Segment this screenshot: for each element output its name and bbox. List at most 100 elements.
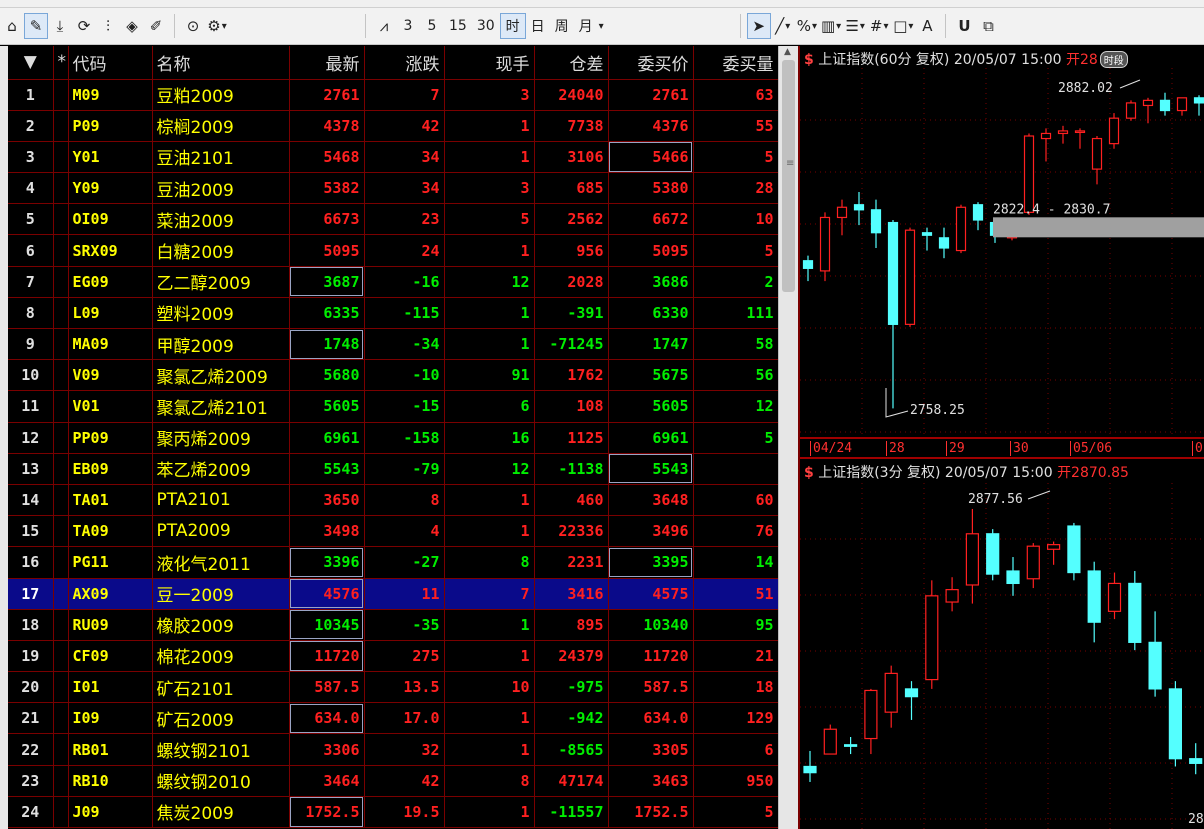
- column-header-change[interactable]: 涨跌: [364, 46, 445, 80]
- session-badge[interactable]: 时段: [1099, 51, 1128, 68]
- date-tick-label: 05/06: [1070, 441, 1112, 456]
- bid-quantity: 76: [693, 515, 778, 548]
- bid-price: 634.0: [608, 702, 694, 735]
- row-star: [53, 234, 69, 267]
- candle-body: [843, 744, 858, 747]
- table-row[interactable]: 12 PP09 聚丙烯2009 6961 -158 16 1125 6961 5: [8, 422, 778, 454]
- last-price: 3464: [289, 765, 365, 797]
- column-header-code[interactable]: 代码: [68, 46, 153, 80]
- fib-tool-icon[interactable]: ☰ ▾: [843, 13, 867, 39]
- toolbar-separator: [174, 14, 175, 38]
- candle-body: [921, 232, 933, 236]
- candle-body: [945, 589, 959, 603]
- copy-icon[interactable]: ⧉: [976, 13, 1000, 39]
- sort-menu-header[interactable]: ▼: [8, 46, 54, 80]
- column-header-bid-qty[interactable]: 委买量: [693, 46, 778, 80]
- column-header-last[interactable]: 最新: [289, 46, 365, 80]
- table-row[interactable]: 16 PG11 液化气2011 3396 -27 8 2231 3395 14: [8, 546, 778, 579]
- underline-tool-icon[interactable]: U: [952, 13, 976, 39]
- table-row[interactable]: 6 SRX09 白糖2009 5095 24 1 956 5095 5: [8, 234, 778, 267]
- period-30[interactable]: 30: [472, 13, 500, 39]
- gear-icon[interactable]: ⚙ ▾: [205, 13, 229, 39]
- column-header-star[interactable]: *: [53, 46, 69, 80]
- chevron-down-icon[interactable]: ▾: [599, 21, 604, 32]
- period-5[interactable]: 5: [420, 13, 444, 39]
- table-row[interactable]: 18 RU09 橡胶2009 10345 -35 1 895 10340 95: [8, 609, 778, 641]
- table-scrollbar[interactable]: ▲ ≡: [778, 46, 798, 829]
- draw-pen-icon[interactable]: ✎: [24, 13, 48, 39]
- top-candlestick-chart[interactable]: 2822.4 - 2830.7 2882.02 2758.25: [800, 68, 1204, 436]
- column-header-oi-change[interactable]: 仓差: [534, 46, 609, 80]
- cycle-icon[interactable]: ⟳: [72, 13, 96, 39]
- column-header-name[interactable]: 名称: [152, 46, 290, 80]
- period-week[interactable]: 周: [550, 13, 574, 39]
- home-icon[interactable]: ⌂: [0, 13, 24, 39]
- period-3[interactable]: 3: [396, 13, 420, 39]
- bottom-candlestick-chart[interactable]: 2877.56 28: [800, 483, 1204, 829]
- table-row[interactable]: 21 I09 矿石2009 634.0 17.0 1 -942 634.0 129: [8, 702, 778, 735]
- table-row[interactable]: 2 P09 棕榈2009 4378 42 1 7738 4376 55: [8, 110, 778, 142]
- table-row[interactable]: 19 CF09 棉花2009 11720 275 1 24379 11720 21: [8, 640, 778, 673]
- table-row[interactable]: 22 RB01 螺纹钢2101 3306 32 1 -8565 3305 6: [8, 733, 778, 766]
- scroll-up-icon[interactable]: ▲: [784, 47, 791, 57]
- open-interest-change: -11557: [534, 796, 609, 829]
- percent-tool-icon[interactable]: % ▾: [795, 13, 819, 39]
- current-volume: 1: [444, 297, 535, 330]
- stock-dollar-icon[interactable]: $: [804, 52, 814, 68]
- table-row[interactable]: 3 Y01 豆油2101 5468 34 1 3106 5466 5: [8, 141, 778, 174]
- table-row[interactable]: 9 MA09 甲醇2009 1748 -34 1 -71245 1747 58: [8, 328, 778, 361]
- table-row[interactable]: 5 OI09 菜油2009 6673 23 5 2562 6672 10: [8, 203, 778, 236]
- bid-quantity: 111: [693, 297, 778, 330]
- table-row[interactable]: 8 L09 塑料2009 6335 -115 1 -391 6330 111: [8, 297, 778, 330]
- table-row[interactable]: 24 J09 焦炭2009 1752.5 19.5 1 -11557 1752.5 5: [8, 796, 778, 829]
- candle-body: [1087, 570, 1101, 623]
- table-row[interactable]: 20 I01 矿石2101 587.5 13.5 10 -975 587.5 18: [8, 671, 778, 704]
- row-index: 19: [8, 640, 54, 673]
- bid-quantity: 63: [693, 79, 778, 111]
- bid-quantity: 18: [693, 671, 778, 704]
- bid-quantity: 58: [693, 328, 778, 361]
- open-interest-change: 24040: [534, 79, 609, 111]
- column-header-bid[interactable]: 委买价: [608, 46, 694, 80]
- period-hour[interactable]: 时: [499, 13, 526, 39]
- indicator-icon[interactable]: ⫶: [96, 13, 120, 39]
- row-index: 21: [8, 702, 54, 735]
- last-price: 3687: [289, 266, 365, 298]
- download-icon[interactable]: ⤓: [48, 13, 72, 39]
- grid-tool-icon[interactable]: # ▾: [867, 13, 891, 39]
- row-star: [53, 515, 69, 548]
- cursor-arrow-icon[interactable]: ➤: [746, 13, 771, 39]
- table-row[interactable]: 17 AX09 豆一2009 4576 11 7 3416 4575 51: [8, 578, 778, 610]
- text-tool-icon[interactable]: A: [915, 13, 939, 39]
- current-volume: 8: [444, 765, 535, 797]
- open-interest-change: 685: [534, 172, 609, 205]
- current-volume: 7: [444, 578, 535, 610]
- candle-body: [938, 237, 950, 249]
- table-row[interactable]: 1 M09 豆粕2009 2761 7 3 24040 2761 63: [8, 79, 778, 111]
- diamond-icon[interactable]: ◈: [120, 13, 144, 39]
- table-row[interactable]: 10 V09 聚氯乙烯2009 5680 -10 91 1762 5675 56: [8, 359, 778, 392]
- contract-name: 螺纹钢2010: [152, 765, 290, 797]
- table-row[interactable]: 13 EB09 苯乙烯2009 5543 -79 12 -1138 5543: [8, 453, 778, 485]
- bid-price: 10340: [608, 609, 694, 641]
- channel-tool-icon[interactable]: ▥ ▾: [819, 13, 843, 39]
- line-chart-icon[interactable]: ⩘: [372, 13, 396, 39]
- period-15[interactable]: 15: [444, 13, 472, 39]
- table-row[interactable]: 4 Y09 豆油2009 5382 34 3 685 5380 28: [8, 172, 778, 205]
- period-day[interactable]: 日: [526, 13, 550, 39]
- table-row[interactable]: 14 TA01 PTA2101 3650 8 1 460 3648 60: [8, 484, 778, 517]
- table-row[interactable]: 7 EG09 乙二醇2009 3687 -16 12 2028 3686 2: [8, 266, 778, 298]
- contract-code: V09: [68, 359, 153, 392]
- table-row[interactable]: 11 V01 聚氯乙烯2101 5605 -15 6 108 5605 12: [8, 390, 778, 423]
- table-row[interactable]: 15 TA09 PTA2009 3498 4 1 22336 3496 76: [8, 515, 778, 548]
- play-icon[interactable]: ⊙: [181, 13, 205, 39]
- line-tool-icon[interactable]: ╱ ▾: [771, 13, 795, 39]
- stock-dollar-icon[interactable]: $: [804, 465, 814, 481]
- edit-icon[interactable]: ✐: [144, 13, 168, 39]
- period-month[interactable]: 月: [574, 13, 598, 39]
- rect-tool-icon[interactable]: □ ▾: [891, 13, 915, 39]
- contract-name: 棕榈2009: [152, 110, 290, 142]
- table-row[interactable]: 23 RB10 螺纹钢2010 3464 42 8 47174 3463 950: [8, 765, 778, 797]
- column-header-volume[interactable]: 现手: [444, 46, 535, 80]
- scrollbar-thumb[interactable]: ≡: [782, 60, 795, 292]
